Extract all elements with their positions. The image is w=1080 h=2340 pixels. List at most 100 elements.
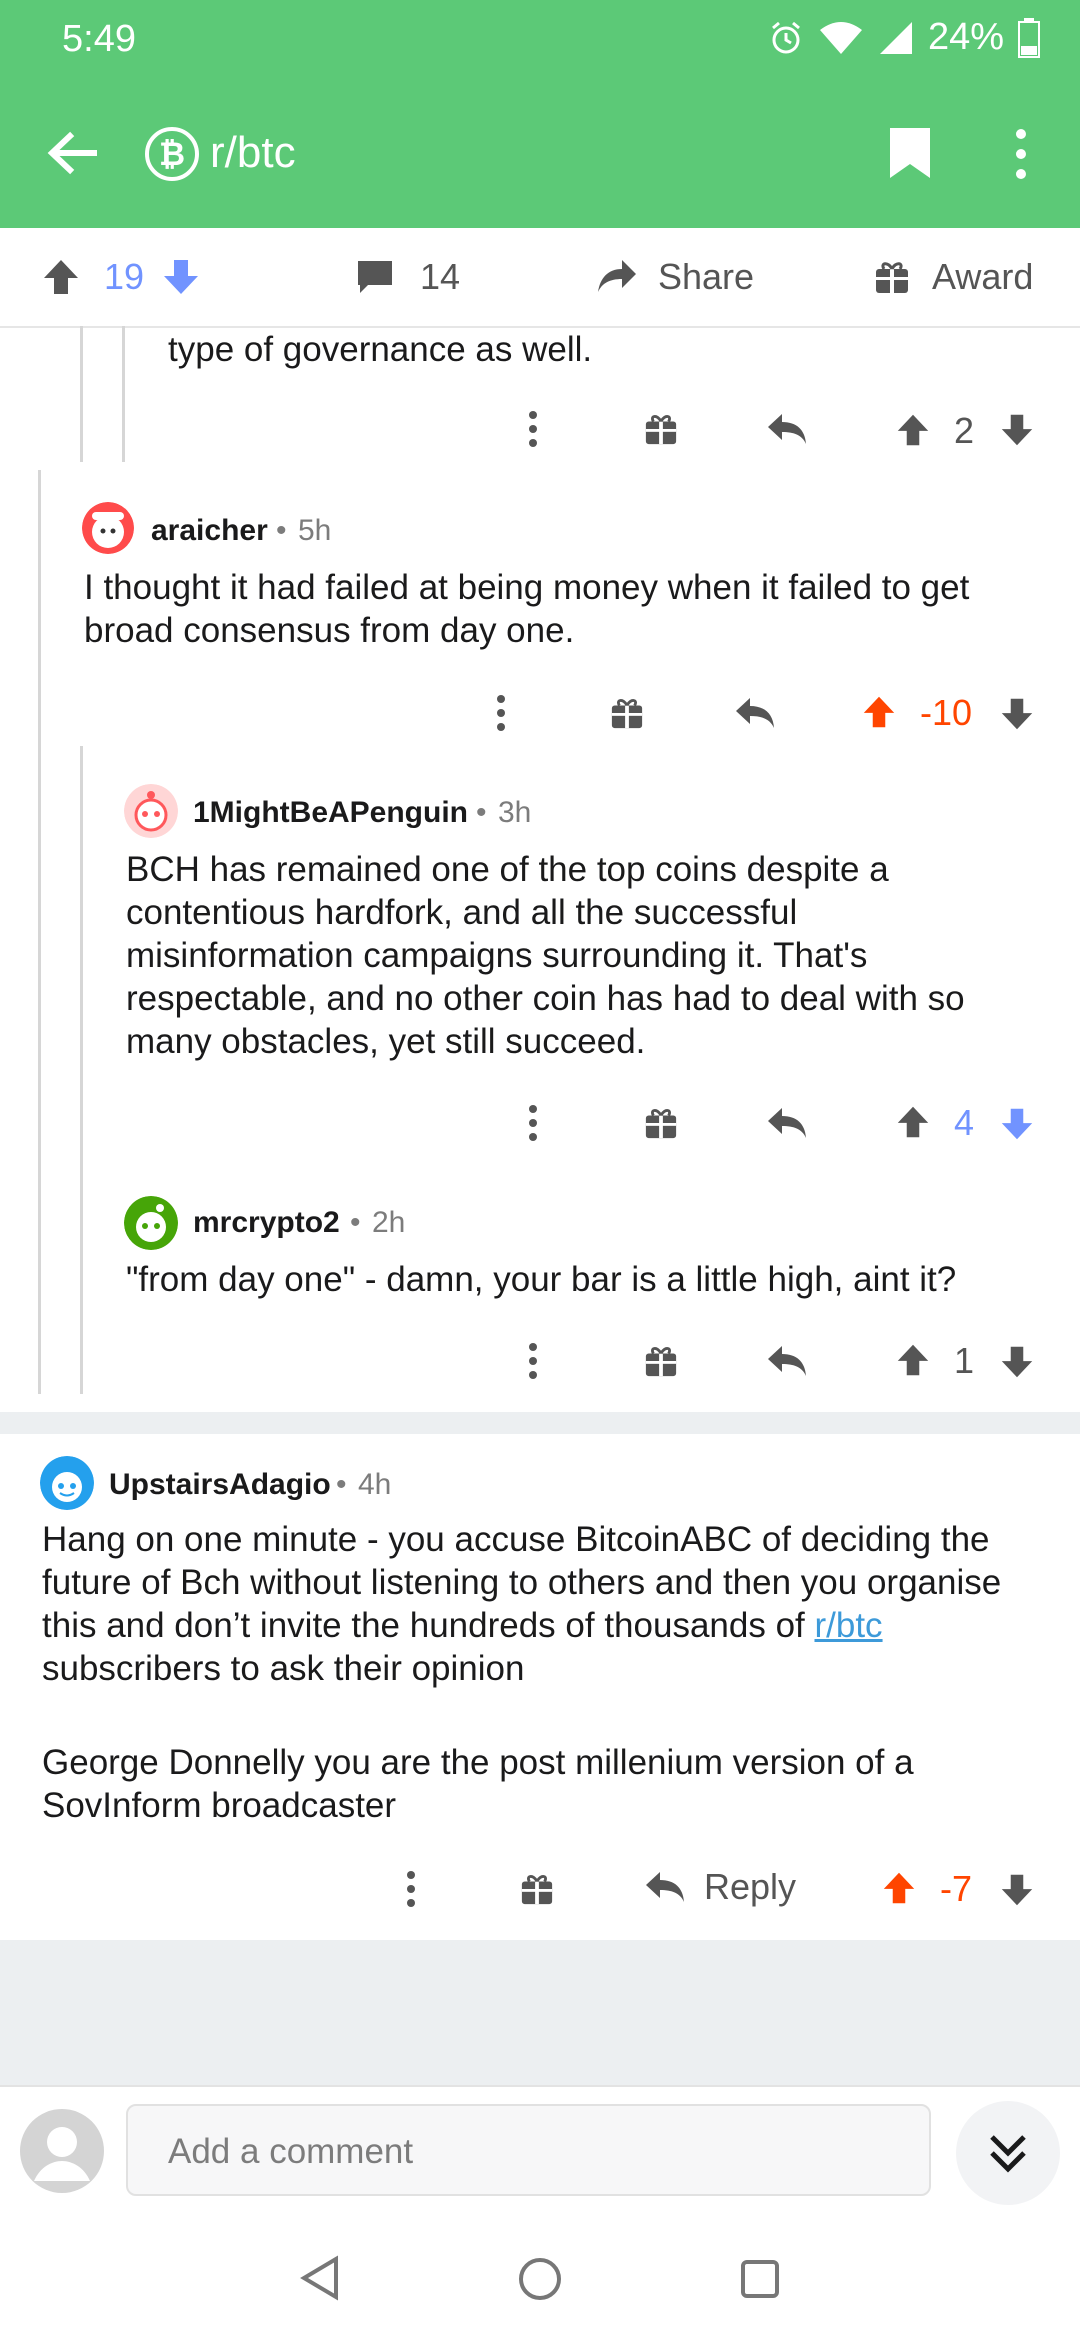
comment-text: George Donnelly you are the post milleni… xyxy=(42,1743,914,1825)
comment-age: 3h xyxy=(498,796,532,829)
downvote-icon[interactable] xyxy=(162,258,200,296)
comment-more-icon[interactable] xyxy=(496,694,506,732)
add-comment-placeholder: Add a comment xyxy=(168,2132,414,2171)
comment-author[interactable]: araicher xyxy=(151,514,268,548)
avatar xyxy=(124,1196,178,1250)
comment-text: I thought it had failed at being money w… xyxy=(84,568,970,650)
comments-count-button[interactable]: 14 xyxy=(356,228,460,326)
post-score: 19 xyxy=(104,256,145,297)
downvote-icon[interactable] xyxy=(1000,412,1034,448)
comment-separator: • xyxy=(476,796,487,829)
comment-age: 4h xyxy=(358,1468,392,1501)
reply-icon[interactable] xyxy=(766,412,808,446)
comment-text: BCH has remained one of the top coins de… xyxy=(126,850,965,1061)
share-button[interactable]: Share xyxy=(596,228,754,326)
thread-line xyxy=(80,746,83,1394)
reply-icon[interactable] xyxy=(766,1344,808,1378)
add-comment-input[interactable]: Add a comment xyxy=(126,2104,931,2196)
reply-icon xyxy=(646,1872,684,1902)
downvote-icon[interactable] xyxy=(1000,1872,1034,1908)
comment-composer: Add a comment xyxy=(0,2085,1080,2227)
comment-award-icon[interactable] xyxy=(610,696,644,730)
battery-percent: 24% xyxy=(927,16,1004,58)
comment-author[interactable]: 1MightBeAPenguin xyxy=(193,796,468,830)
comment-more-icon[interactable] xyxy=(528,1104,538,1142)
comment-author[interactable]: mrcrypto2 xyxy=(193,1206,340,1240)
comment-author[interactable]: UpstairsAdagio xyxy=(109,1468,331,1502)
subreddit-link[interactable]: r/btc xyxy=(814,1606,882,1645)
comment-score: -7 xyxy=(940,1868,973,1909)
upvote-icon[interactable] xyxy=(896,1342,930,1378)
comment-age: 5h xyxy=(298,514,332,547)
comment-age: 2h xyxy=(372,1206,406,1239)
post-action-bar: 19 14 Share Award xyxy=(0,228,1080,328)
subreddit-bitcoin-icon: ₿ xyxy=(145,127,199,181)
upvote-icon-active[interactable] xyxy=(862,694,896,730)
bookmark-icon[interactable] xyxy=(888,126,932,180)
back-nav-icon[interactable] xyxy=(298,2255,342,2301)
comment-award-icon[interactable] xyxy=(644,1344,678,1378)
user-avatar-icon xyxy=(20,2109,104,2193)
avatar xyxy=(82,502,134,554)
upvote-icon[interactable] xyxy=(896,1104,930,1140)
comment-more-icon[interactable] xyxy=(528,410,538,448)
award-label: Award xyxy=(932,256,1034,297)
next-comment-button[interactable] xyxy=(956,2101,1060,2205)
share-icon xyxy=(598,260,636,292)
comment-text: "from day one" - damn, your bar is a lit… xyxy=(126,1260,957,1299)
battery-icon xyxy=(1018,17,1040,58)
comment-score: -10 xyxy=(920,692,973,733)
avatar xyxy=(124,784,178,838)
thread-line xyxy=(80,326,83,462)
comment-text-part: subscribers to ask their opinion xyxy=(42,1649,525,1688)
status-time: 5:49 xyxy=(62,18,136,60)
downvote-icon-active[interactable] xyxy=(1000,1106,1034,1142)
double-chevron-down-icon xyxy=(990,2135,1026,2173)
list-end-spacer xyxy=(0,1940,1080,2085)
comment-score: 4 xyxy=(954,1102,975,1143)
wifi-icon xyxy=(819,21,862,54)
status-icons: 24% xyxy=(768,16,1040,59)
reply-label: Reply xyxy=(704,1866,797,1907)
subreddit-title[interactable]: r/btc xyxy=(210,128,296,178)
comment-separator: • xyxy=(350,1206,361,1239)
comment-text: Hang on one minute - you accuse BitcoinA… xyxy=(42,1518,1048,1690)
svg-text:₿: ₿ xyxy=(159,135,185,173)
thread-line xyxy=(38,470,41,1394)
comment-text: type of governance as well. xyxy=(168,330,593,369)
comment-score: 1 xyxy=(954,1340,975,1381)
recents-nav-icon[interactable] xyxy=(740,2259,780,2299)
gift-icon xyxy=(876,262,908,293)
system-navigation-bar xyxy=(0,2225,1080,2340)
upvote-icon[interactable] xyxy=(896,412,930,448)
share-label: Share xyxy=(658,256,755,297)
back-arrow-icon[interactable] xyxy=(46,128,98,178)
post-vote: 19 xyxy=(42,228,200,326)
avatar xyxy=(40,1456,94,1510)
reply-icon[interactable] xyxy=(766,1106,808,1140)
comment-icon xyxy=(358,261,392,293)
comment-separator: • xyxy=(276,514,287,547)
signal-icon xyxy=(879,21,912,54)
downvote-icon[interactable] xyxy=(1000,696,1034,732)
home-nav-icon[interactable] xyxy=(518,2257,562,2301)
thread-line xyxy=(122,326,125,462)
reply-icon[interactable] xyxy=(734,696,776,730)
comment-more-icon[interactable] xyxy=(406,1870,416,1908)
comment-award-icon[interactable] xyxy=(520,1872,554,1906)
upvote-icon-active[interactable] xyxy=(882,1870,916,1906)
comment-section-divider xyxy=(0,1412,1080,1434)
comment-score: 2 xyxy=(954,410,975,451)
upvote-icon[interactable] xyxy=(42,258,80,296)
comment-award-icon[interactable] xyxy=(644,1106,678,1140)
award-button[interactable]: Award xyxy=(874,228,1033,326)
comments-count: 14 xyxy=(420,256,461,297)
comment-award-icon[interactable] xyxy=(644,412,678,446)
comment-more-icon[interactable] xyxy=(528,1342,538,1380)
comment-separator: • xyxy=(336,1468,347,1501)
alarm-icon xyxy=(771,21,800,53)
more-options-icon[interactable] xyxy=(1014,128,1028,180)
app-header: 5:49 24% ₿ r/btc xyxy=(0,0,1080,228)
downvote-icon[interactable] xyxy=(1000,1344,1034,1380)
reply-button[interactable]: Reply xyxy=(644,1866,796,1908)
